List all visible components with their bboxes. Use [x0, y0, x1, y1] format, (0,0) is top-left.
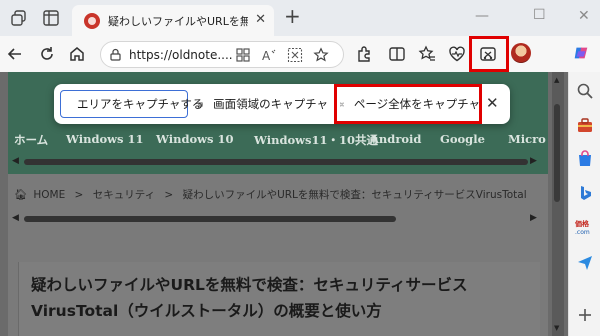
site-nav-item[interactable]: Micro: [508, 132, 546, 146]
address-bar[interactable]: https://oldnote.... A: [100, 41, 344, 68]
scroll-up-icon[interactable]: ▲: [554, 76, 559, 84]
new-tab-button[interactable]: +: [284, 6, 301, 26]
tab-title: 疑わしいファイルやURLを無料で検査: [108, 15, 248, 28]
svg-text:A: A: [262, 49, 271, 63]
right-sidebar: 価格 .com: [568, 72, 600, 336]
site-nav-item[interactable]: Windows11・10共通: [254, 132, 378, 148]
browser-toolbar: https://oldnote.... A ···: [0, 36, 600, 94]
tab-actions-icon[interactable]: [42, 9, 60, 27]
scroll-left-icon[interactable]: ◀: [12, 213, 19, 223]
site-favicon-icon: [84, 13, 100, 29]
breadcrumb-current: 疑わしいファイルやURLを無料で検査：セキュリティサービスVirusTotal: [182, 189, 527, 201]
breadcrumb-horizontal-scrollbar[interactable]: ◀ ▶: [12, 213, 540, 225]
window-close-icon[interactable]: ✕: [578, 8, 590, 24]
add-icon[interactable]: [576, 306, 594, 324]
screenshot-button-highlight: [469, 36, 509, 72]
breadcrumb-separator: >: [74, 189, 84, 201]
bing-icon[interactable]: [576, 184, 594, 202]
scroll-right-icon[interactable]: ▶: [530, 213, 537, 223]
scroll-thumb[interactable]: [24, 216, 396, 222]
back-button[interactable]: [4, 43, 26, 65]
send-icon[interactable]: [576, 254, 594, 272]
tab-close-icon[interactable]: ✕: [255, 12, 266, 27]
maximize-icon[interactable]: ☐: [533, 7, 546, 23]
scroll-left-icon[interactable]: ◀: [12, 156, 19, 166]
refresh-icon: [41, 47, 53, 60]
home-crumb-icon[interactable]: 🏠︎: [14, 189, 27, 201]
article-card: 疑わしいファイルやURLを無料で検査：セキュリティサービスVirusTotal（…: [18, 262, 540, 336]
lock-icon[interactable]: [109, 48, 122, 61]
active-tab[interactable]: 疑わしいファイルやURLを無料で検査 ✕: [72, 5, 274, 36]
svg-text:価格: 価格: [575, 219, 590, 228]
capture-area-label: エリアをキャプチャする: [77, 97, 204, 111]
breadcrumb-home[interactable]: HOME: [33, 189, 65, 201]
article-title: 疑わしいファイルやURLを無料で検査：セキュリティサービスVirusTotal（…: [31, 276, 468, 320]
site-nav-item[interactable]: Android: [370, 132, 421, 146]
home-icon: [70, 47, 84, 61]
copilot-icon[interactable]: [572, 44, 590, 62]
extensions-icon[interactable]: [355, 45, 373, 63]
site-nav-item[interactable]: Google: [440, 132, 485, 146]
favorites-icon[interactable]: [418, 45, 436, 63]
svg-text:.com: .com: [575, 229, 590, 236]
translate-icon[interactable]: [287, 47, 303, 63]
scroll-thumb[interactable]: [554, 104, 560, 202]
capture-visible-label: 画面領域のキャプチャ: [213, 97, 328, 111]
breadcrumb-separator: >: [164, 189, 174, 201]
nav-horizontal-scrollbar[interactable]: ◀ ▶: [12, 156, 540, 168]
price-comparison-icon[interactable]: 価格.com: [575, 218, 595, 236]
capture-area-button[interactable]: エリアをキャプチャする: [60, 90, 203, 118]
favorite-star-icon[interactable]: [313, 47, 329, 63]
breadcrumb: 🏠︎ HOME > セキュリティ > 疑わしいファイルやURLを無料で検査：セキュ…: [14, 187, 548, 202]
capture-close-icon[interactable]: ✕: [486, 96, 499, 111]
home-button[interactable]: [66, 43, 88, 65]
scroll-right-icon[interactable]: ▶: [530, 156, 537, 166]
browser-essentials-icon[interactable]: [448, 45, 466, 63]
shopping-icon[interactable]: [576, 150, 594, 168]
profile-avatar[interactable]: [511, 43, 531, 63]
read-aloud-icon[interactable]: A: [261, 47, 277, 63]
back-icon: [7, 48, 21, 60]
page-vertical-scrollbar[interactable]: ▲ ▼: [552, 72, 564, 336]
site-nav: ホーム Windows 11 Windows 10 Windows11・10共通…: [8, 132, 548, 152]
scroll-down-icon[interactable]: ▼: [554, 324, 559, 332]
capture-visible-icon: [198, 102, 203, 106]
site-nav-item[interactable]: Windows 11: [66, 132, 144, 146]
app-available-icon[interactable]: [235, 47, 251, 63]
search-icon[interactable]: [576, 82, 594, 100]
refresh-button[interactable]: [36, 43, 58, 65]
site-nav-item[interactable]: Windows 10: [156, 132, 234, 146]
url-text[interactable]: https://oldnote....: [129, 48, 233, 62]
tools-icon[interactable]: [576, 116, 594, 134]
capture-visible-button[interactable]: 画面領域のキャプチャ: [194, 90, 328, 118]
minimize-icon[interactable]: —: [475, 8, 489, 24]
workspaces-icon[interactable]: [10, 9, 28, 27]
title-bar: 疑わしいファイルやURLを無料で検査 ✕ + — ☐ ✕: [0, 0, 600, 36]
breadcrumb-category[interactable]: セキュリティ: [93, 189, 155, 201]
split-screen-icon[interactable]: [388, 45, 406, 63]
site-nav-item[interactable]: ホーム: [14, 132, 48, 148]
full-page-highlight: [334, 84, 482, 124]
scroll-thumb[interactable]: [24, 159, 528, 165]
